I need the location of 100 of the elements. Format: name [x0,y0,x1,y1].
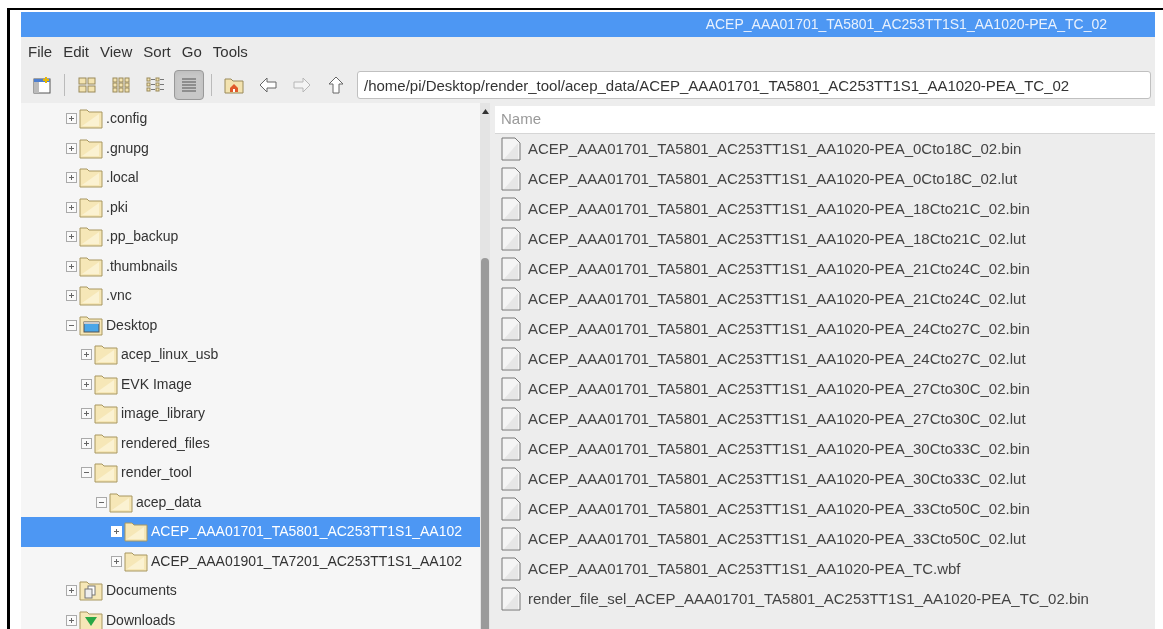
tree-item[interactable]: Downloads [21,605,480,629]
expand-icon[interactable] [81,378,92,390]
menu-item[interactable]: Sort [142,40,172,64]
menu-item[interactable]: File [27,40,54,64]
folder-icon [79,107,103,131]
tree-item[interactable]: acep_linux_usb [21,340,480,370]
file-icon [501,317,521,341]
expand-icon[interactable] [66,172,77,184]
icon-view-icon [77,75,97,95]
menu-item[interactable]: Tools [211,40,249,64]
file-name[interactable]: ACEP_AAA01701_TA5801_AC253TT1S1_AA1020-PEA_21Cto24C_02.lut [528,287,1026,311]
file-icon [501,497,521,521]
folder-icon [79,225,103,249]
tree-label: EVK Image [121,374,192,394]
file-icon [501,347,521,371]
tree-label: ACEP_AAA01701_TA5801_AC253TT1S1_AA102 [151,522,463,542]
tree-item[interactable]: render_tool [21,458,480,488]
forward-arrow-icon [292,75,312,95]
collapse-icon[interactable] [66,319,77,331]
folder-icon [94,343,118,367]
file-name[interactable]: ACEP_AAA01701_TA5801_AC253TT1S1_AA1020-PEA_0Cto18C_02.bin [528,137,1022,161]
file-name[interactable]: ACEP_AAA01701_TA5801_AC253TT1S1_AA1020-PEA_30Cto33C_02.bin [528,437,1030,461]
scroll-up-icon[interactable] [482,109,489,114]
expand-icon[interactable] [66,231,77,243]
file-icon [501,437,521,461]
expand-icon[interactable] [66,260,77,272]
file-icon [501,167,521,191]
file-icon [501,197,521,221]
tree-item[interactable]: Documents [21,576,480,606]
scrollbar[interactable] [480,103,490,629]
folder-icon [79,254,103,278]
scroll-thumb[interactable] [481,258,489,629]
collapse-icon[interactable] [81,467,92,479]
tree-item[interactable]: .thumbnails [21,251,480,281]
file-name[interactable]: ACEP_AAA01701_TA5801_AC253TT1S1_AA1020-PEA_27Cto30C_02.bin [528,377,1030,401]
expand-icon[interactable] [81,437,92,449]
tree-label: .vnc [106,286,132,306]
tree-label: acep_data [136,492,202,512]
expand-icon[interactable] [111,555,122,567]
tree-item[interactable]: ACEP_AAA01901_TA7201_AC253TT1S1_AA102 [21,546,480,576]
file-name[interactable]: ACEP_AAA01701_TA5801_AC253TT1S1_AA1020-PEA_21Cto24C_02.bin [528,257,1030,281]
file-name[interactable]: ACEP_AAA01701_TA5801_AC253TT1S1_AA1020-PEA_33Cto50C_02.lut [528,527,1026,551]
tree-label: image_library [121,404,206,424]
file-name[interactable]: ACEP_AAA01701_TA5801_AC253TT1S1_AA1020-PEA_18Cto21C_02.lut [528,227,1026,251]
tree-item[interactable]: acep_data [21,487,480,517]
window-title: ACEP_AAA01701_TA5801_AC253TT1S1_AA1020-PEA_TC_02 [705,15,1107,34]
tree-item[interactable]: .local [21,163,480,193]
tree-label: render_tool [121,463,192,483]
path-field[interactable]: /home/pi/Desktop/render_tool/acep_data/ACEP_AAA01701_TA5801_AC253TT1S1_AA1020-PEA_TC_02 [357,71,1151,99]
tree-label: Downloads [106,610,176,629]
home-folder-icon [224,75,244,95]
file-icon [501,377,521,401]
file-icon [501,287,521,311]
tree-label: acep_linux_usb [121,345,219,365]
file-name[interactable]: ACEP_AAA01701_TA5801_AC253TT1S1_AA1020-PEA_TC.wbf [528,557,961,581]
file-name[interactable]: ACEP_AAA01701_TA5801_AC253TT1S1_AA1020-PEA_30Cto33C_02.lut [528,467,1026,491]
file-icon [501,467,521,491]
tree-item[interactable]: .gnupg [21,133,480,163]
tree-item[interactable]: .pp_backup [21,222,480,252]
compact-view-icon [145,75,165,95]
folder-icon [79,284,103,308]
folder-icon [79,195,103,219]
expand-icon[interactable] [66,290,77,302]
list-view-icon [179,75,199,95]
expand-icon[interactable] [81,349,92,361]
expand-icon[interactable] [66,201,77,213]
file-name[interactable]: ACEP_AAA01701_TA5801_AC253TT1S1_AA1020-PEA_0Cto18C_02.lut [528,167,1018,191]
expand-icon[interactable] [66,142,77,154]
file-name[interactable]: ACEP_AAA01701_TA5801_AC253TT1S1_AA1020-PEA_33Cto50C_02.bin [528,497,1030,521]
expand-icon[interactable] [66,614,77,626]
tree-item[interactable]: rendered_files [21,428,480,458]
tree-item[interactable]: .config [21,104,480,134]
collapse-icon[interactable] [96,496,107,508]
tree-label: .thumbnails [106,256,178,276]
tree-item[interactable]: .vnc [21,281,480,311]
file-icon [501,137,521,161]
tree-item[interactable]: image_library [21,399,480,429]
menu-item[interactable]: View [99,40,134,64]
expand-icon[interactable] [81,408,92,420]
file-icon [501,527,521,551]
menu-item[interactable]: Edit [62,40,91,64]
file-name[interactable]: ACEP_AAA01701_TA5801_AC253TT1S1_AA1020-PEA_24Cto27C_02.lut [528,347,1026,371]
file-name[interactable]: ACEP_AAA01701_TA5801_AC253TT1S1_AA1020-PEA_27Cto30C_02.lut [528,407,1026,431]
tree-label: .gnupg [106,138,149,158]
tree-item[interactable]: EVK Image [21,369,480,399]
file-name[interactable]: ACEP_AAA01701_TA5801_AC253TT1S1_AA1020-PEA_24Cto27C_02.bin [528,317,1030,341]
file-name[interactable]: render_file_sel_ACEP_AAA01701_TA5801_AC253TT1S1_AA1020-PEA_TC_02.bin [528,587,1089,611]
documents-folder-icon [79,579,103,603]
tree-label: Desktop [106,315,158,335]
thumbnail-view-icon [111,75,131,95]
file-icon [501,587,521,611]
folder-icon [79,136,103,160]
expand-icon[interactable] [66,113,77,125]
folder-icon [94,431,118,455]
folder-icon [109,490,133,514]
expand-icon[interactable] [66,585,77,597]
menu-item[interactable]: Go [180,40,203,64]
tree-item[interactable]: Desktop [21,310,480,340]
tree-item[interactable]: .pki [21,192,480,222]
file-name[interactable]: ACEP_AAA01701_TA5801_AC253TT1S1_AA1020-PEA_18Cto21C_02.bin [528,197,1030,221]
